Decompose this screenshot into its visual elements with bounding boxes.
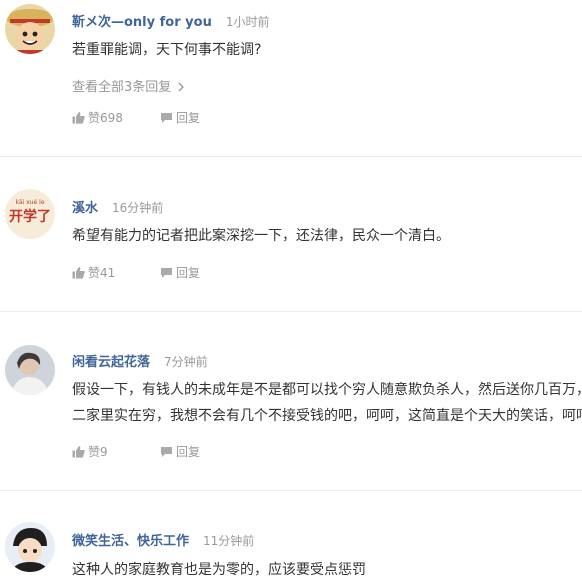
comment-text: 若重罪能调，天下何事不能调?	[72, 37, 582, 63]
reply-button[interactable]: 回复	[160, 109, 200, 126]
reply-button[interactable]: 回复	[160, 443, 200, 460]
avatar[interactable]	[5, 522, 55, 572]
comment-bubble-icon	[161, 267, 172, 278]
reply-button[interactable]: 回复	[160, 264, 200, 281]
view-replies-link[interactable]: 查看全部3条回复	[72, 76, 185, 95]
comment-line: 希望有能力的记者把此案深挖一下，还法律，民众一个清白。	[72, 228, 450, 244]
thumbs-up-icon	[72, 112, 85, 124]
comment-text: 假设一下，有钱人的未成年是不是都可以找个穷人随意欺负杀人，然后送你几百万， 二家…	[72, 377, 582, 429]
view-replies-label: 查看全部3条回复	[72, 80, 172, 95]
comment-line: 这种人的家庭教育也是为零的，应该要受点惩罚	[72, 562, 366, 578]
reply-label: 回复	[176, 445, 201, 459]
like-count: 赞41	[88, 266, 116, 280]
reply-label: 回复	[176, 266, 201, 280]
comment-bubble-icon	[161, 446, 172, 457]
divider	[0, 156, 582, 157]
comment-time: 7分钟前	[164, 355, 208, 369]
comment-line: 二家里实在穷，我想不会有几个不接受钱的吧，呵呵，这简直是个天大的笑话，呵呵	[72, 408, 582, 424]
thumbs-up-icon	[72, 446, 85, 458]
like-button[interactable]: 赞698	[72, 109, 123, 126]
avatar[interactable]	[5, 345, 55, 395]
divider	[0, 490, 582, 491]
avatar[interactable]: kāi xué le 开学了	[5, 189, 55, 239]
comment-time: 16分钟前	[112, 201, 164, 215]
comment-text: 希望有能力的记者把此案深挖一下，还法律，民众一个清白。	[72, 223, 582, 249]
comment-text: 这种人的家庭教育也是为零的，应该要受点惩罚	[72, 557, 582, 583]
avatar-pinyin: kāi xué le	[15, 199, 44, 206]
chevron-right-icon	[178, 82, 185, 92]
username[interactable]: 闲看云起花落	[72, 355, 150, 370]
divider	[0, 311, 582, 312]
username[interactable]: 靳メ次—only for you	[72, 15, 212, 30]
reply-label: 回复	[176, 111, 201, 125]
avatar[interactable]	[5, 4, 55, 54]
comment-time: 11分钟前	[203, 534, 255, 548]
username[interactable]: 溪水	[72, 201, 98, 216]
thumbs-up-icon	[72, 267, 85, 279]
like-button[interactable]: 赞9	[72, 443, 108, 460]
avatar-hanzi: 开学了	[9, 208, 51, 225]
like-count: 赞9	[88, 445, 108, 459]
like-button[interactable]: 赞41	[72, 264, 115, 281]
comment-time: 1小时前	[225, 15, 270, 29]
comment-line: 假设一下，有钱人的未成年是不是都可以找个穷人随意欺负杀人，然后送你几百万，	[72, 382, 582, 398]
like-count: 赞698	[88, 111, 123, 125]
comment-bubble-icon	[161, 112, 172, 123]
username[interactable]: 微笑生活、快乐工作	[72, 534, 189, 549]
comment-line: 若重罪能调，天下何事不能调?	[72, 42, 262, 58]
